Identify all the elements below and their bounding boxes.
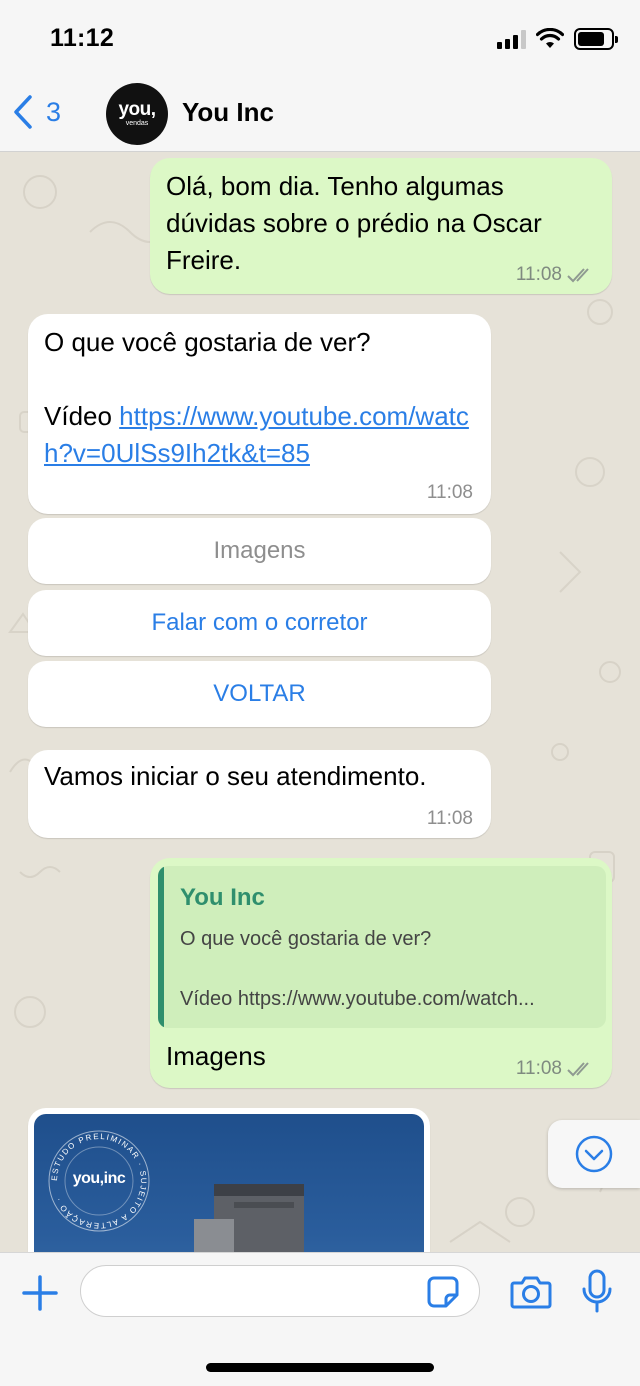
- signal-icon: [497, 29, 526, 49]
- microphone-icon[interactable]: [582, 1269, 612, 1315]
- message-text: Olá, bom dia. Tenho algumas dúvidas sobr…: [166, 171, 542, 275]
- back-button[interactable]: 3: [12, 90, 61, 134]
- quoted-message[interactable]: You Inc O que você gostaria de ver? Víde…: [158, 866, 606, 1028]
- sticker-icon[interactable]: [426, 1275, 460, 1309]
- message-text: Imagens: [166, 1041, 266, 1071]
- double-check-icon: [567, 268, 589, 283]
- incoming-message[interactable]: O que você gostaria de ver? Vídeo https:…: [28, 314, 491, 514]
- double-check-icon: [567, 1062, 589, 1077]
- avatar-logo-text: you,: [118, 99, 156, 120]
- wifi-icon: [536, 28, 564, 48]
- status-bar: 11:12: [0, 0, 640, 78]
- message-time: 11:08: [515, 1058, 562, 1079]
- quoted-text: Vídeo https://www.youtube.com/watch...: [180, 988, 535, 1010]
- quick-reply-voltar[interactable]: VOLTAR: [28, 661, 491, 727]
- home-indicator: [206, 1363, 434, 1372]
- avatar-logo-subtext: vendas: [125, 120, 149, 127]
- camera-icon[interactable]: [510, 1273, 552, 1311]
- message-text-prefix: Vídeo: [44, 401, 120, 431]
- watermark-seal: ESTUDO PRELIMINAR · SUJEITO A ALTERAÇÃO …: [46, 1128, 152, 1234]
- quick-reply-falar-com-corretor[interactable]: Falar com o corretor: [28, 590, 491, 656]
- quick-reply-imagens[interactable]: Imagens: [28, 518, 491, 584]
- plus-icon[interactable]: [20, 1273, 60, 1313]
- message-text: Vídeo https://www.youtube.com/watch?v=0U…: [44, 398, 484, 472]
- image-thumbnail[interactable]: ESTUDO PRELIMINAR · SUJEITO A ALTERAÇÃO …: [34, 1114, 424, 1252]
- outgoing-message[interactable]: Olá, bom dia. Tenho algumas dúvidas sobr…: [150, 158, 612, 294]
- quoted-text: O que você gostaria de ver?: [180, 928, 432, 950]
- chevron-down-icon: [575, 1135, 613, 1173]
- chat-area[interactable]: Olá, bom dia. Tenho algumas dúvidas sobr…: [0, 152, 640, 1252]
- message-time: 11:08: [426, 482, 473, 503]
- contact-name[interactable]: You Inc: [182, 97, 274, 128]
- message-timestamp: 11:08: [516, 1058, 596, 1080]
- chat-header: 3 you, vendas You Inc: [0, 78, 640, 152]
- scroll-to-bottom-button[interactable]: [548, 1120, 640, 1188]
- back-chevron-icon: [14, 95, 32, 129]
- quoted-sender: You Inc: [180, 884, 265, 911]
- status-icons: [497, 26, 618, 52]
- message-text: O que você gostaria de ver?: [44, 327, 371, 357]
- message-text: Vamos iniciar o seu atendimento.: [44, 761, 427, 791]
- message-timestamp: 11:08: [516, 264, 596, 286]
- quote-bar: [158, 866, 164, 1028]
- input-bar: [0, 1252, 640, 1386]
- status-time: 11:12: [50, 24, 115, 52]
- outgoing-reply-message[interactable]: You Inc O que você gostaria de ver? Víde…: [150, 858, 612, 1088]
- message-time: 11:08: [515, 264, 562, 285]
- message-input[interactable]: [80, 1265, 480, 1317]
- unread-count: 3: [46, 96, 62, 127]
- seal-logo-text: you,inc: [72, 1170, 126, 1187]
- message-time: 11:08: [426, 808, 473, 829]
- battery-icon: [574, 28, 618, 50]
- incoming-message[interactable]: Vamos iniciar o seu atendimento. 11:08: [28, 750, 491, 838]
- avatar[interactable]: you, vendas: [106, 83, 168, 145]
- image-message[interactable]: ESTUDO PRELIMINAR · SUJEITO A ALTERAÇÃO …: [28, 1108, 430, 1252]
